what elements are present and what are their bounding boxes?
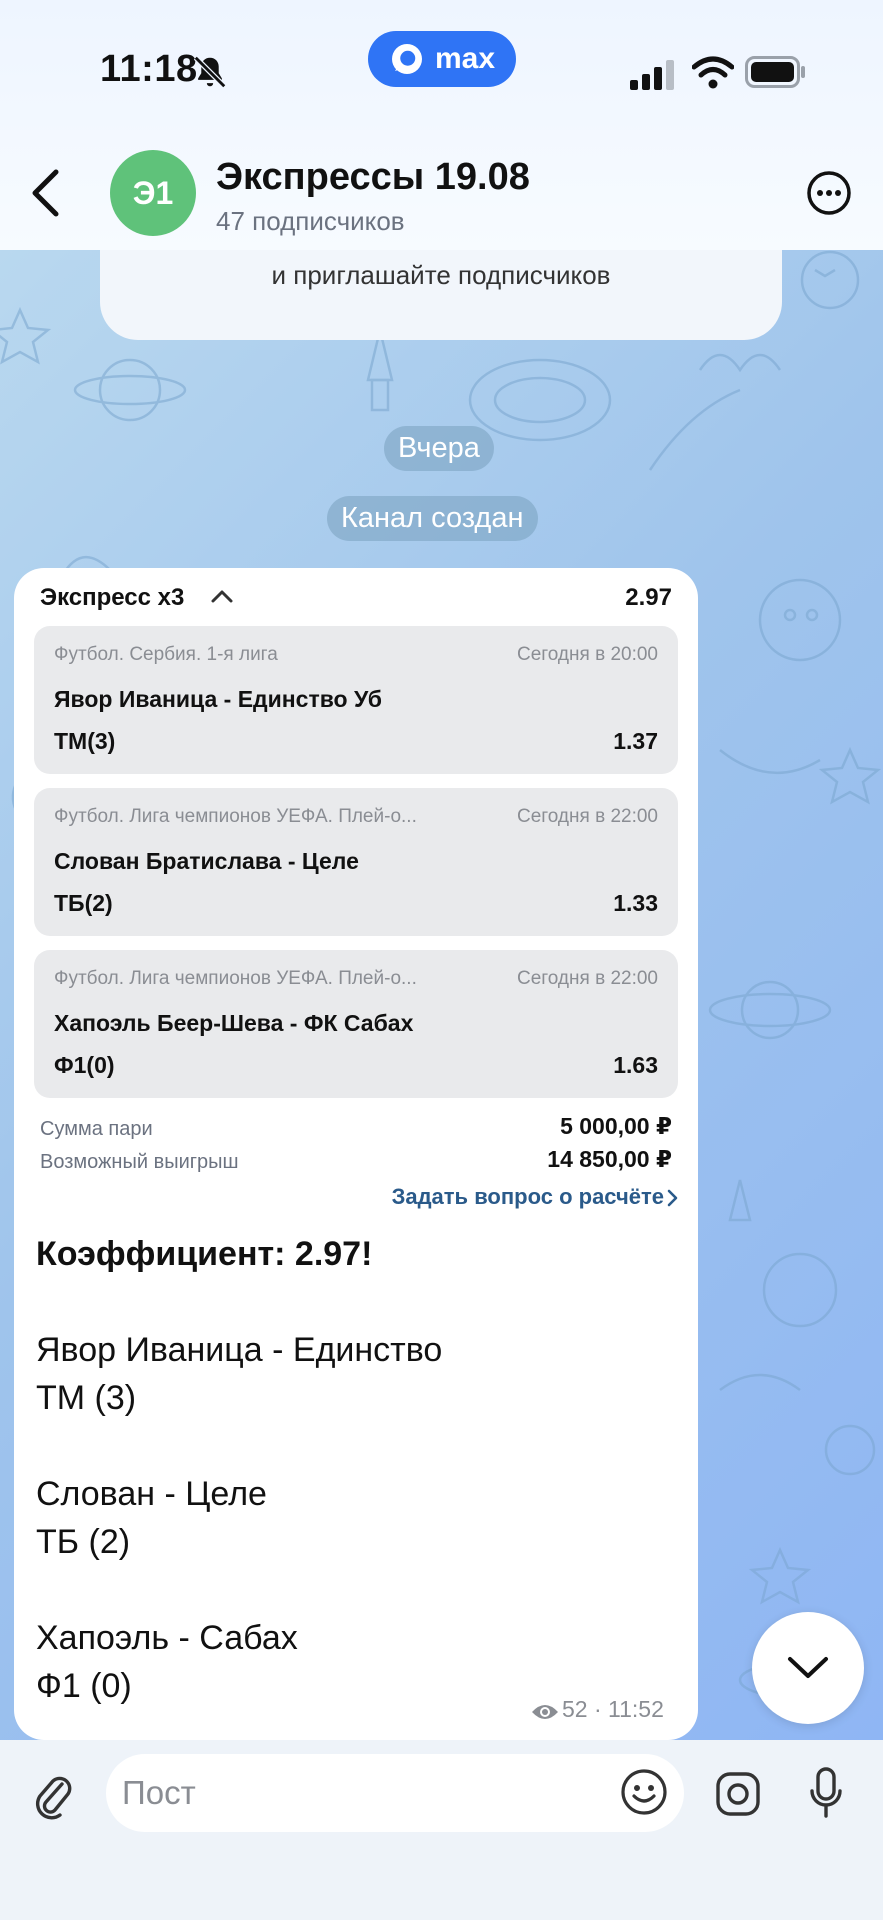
ask-question-link[interactable]: Задать вопрос о расчёте — [392, 1184, 664, 1210]
date-chip: Вчера — [384, 426, 494, 471]
event-league: Футбол. Лига чемпионов УЕФА. Плей-о... — [54, 968, 417, 989]
win-value: 14 850,00 ₽ — [547, 1146, 672, 1172]
signal-icon — [630, 60, 674, 90]
stake-label: Сумма пари — [40, 1118, 153, 1140]
channel-subscribers: 47 подписчиков — [216, 206, 405, 236]
stake-value: 5 000,00 ₽ — [560, 1113, 672, 1139]
status-time: 11:18 — [100, 48, 198, 90]
channel-avatar[interactable]: Э1 — [110, 150, 196, 236]
message-bubble: Экспресс x3 2.97 Футбол. Сербия. 1-я лиг… — [14, 568, 698, 1740]
invite-card: и приглашайте подписчиков — [100, 250, 782, 340]
message-line: ТБ (2) — [36, 1523, 131, 1561]
event-odds: 1.63 — [613, 1052, 658, 1078]
max-label: max — [434, 42, 496, 75]
event-match: Хапоэль Беер-Шева - ФК Сабах — [54, 1010, 414, 1036]
microphone-icon[interactable] — [808, 1766, 844, 1820]
silent-bell-icon — [193, 55, 227, 89]
event-match: Слован Братислава - Целе — [54, 848, 359, 874]
message-line: Слован - Целе — [36, 1475, 267, 1513]
invite-text: и приглашайте подписчиков — [271, 260, 611, 290]
chevron-right-icon[interactable] — [666, 1188, 680, 1208]
win-label: Возможный выигрыш — [40, 1151, 239, 1173]
max-app-pill[interactable]: max — [368, 31, 516, 87]
more-icon[interactable] — [806, 170, 852, 216]
event-odds: 1.33 — [613, 890, 658, 916]
event-odds: 1.37 — [613, 728, 658, 754]
camera-icon[interactable] — [714, 1770, 762, 1818]
event-time: Сегодня в 20:00 — [516, 644, 658, 665]
message-time: · 11:52 — [593, 1696, 664, 1722]
message-coef-line: Коэффициент: 2.97! — [36, 1235, 373, 1273]
event-league: Футбол. Сербия. 1-я лига — [54, 644, 278, 665]
event-match: Явор Иваница - Единство Уб — [54, 686, 382, 712]
battery-icon — [745, 56, 805, 88]
chevron-down-icon — [788, 1657, 828, 1678]
service-message-chip: Канал создан — [327, 496, 538, 541]
message-line: Хапоэль - Сабах — [36, 1619, 298, 1657]
message-line: Явор Иваница - Единство — [36, 1331, 443, 1369]
message-meta: 52 · 11:52 — [562, 1696, 664, 1723]
message-line: Ф1 (0) — [36, 1667, 132, 1705]
event-time: Сегодня в 22:00 — [516, 806, 658, 827]
emoji-icon[interactable] — [620, 1768, 668, 1816]
event-market: ТБ(2) — [54, 890, 113, 916]
event-market: Ф1(0) — [54, 1052, 115, 1078]
back-arrow-icon[interactable] — [28, 168, 62, 218]
event-league: Футбол. Лига чемпионов УЕФА. Плей-о... — [54, 806, 417, 827]
channel-title[interactable]: Экспрессы 19.08 — [216, 156, 530, 199]
bet-event-card[interactable]: Футбол. Лига чемпионов УЕФА. Плей-о... С… — [34, 950, 678, 1098]
max-logo-icon — [391, 44, 422, 74]
bet-event-card[interactable]: Футбол. Сербия. 1-я лига Сегодня в 20:00… — [34, 626, 678, 774]
scroll-down-button[interactable] — [752, 1612, 864, 1724]
paperclip-icon[interactable] — [32, 1770, 76, 1820]
eye-icon — [532, 1705, 558, 1719]
event-time: Сегодня в 22:00 — [516, 968, 658, 989]
bet-title[interactable]: Экспресс x3 — [40, 584, 184, 612]
bet-total-odds: 2.97 — [625, 584, 672, 611]
wifi-icon — [692, 56, 734, 89]
post-input[interactable] — [106, 1754, 684, 1832]
bet-event-card[interactable]: Футбол. Лига чемпионов УЕФА. Плей-о... С… — [34, 788, 678, 936]
chevron-up-icon[interactable] — [210, 586, 234, 606]
event-market: ТМ(3) — [54, 728, 116, 754]
views-count: 52 — [562, 1696, 588, 1722]
message-line: ТМ (3) — [36, 1379, 137, 1417]
